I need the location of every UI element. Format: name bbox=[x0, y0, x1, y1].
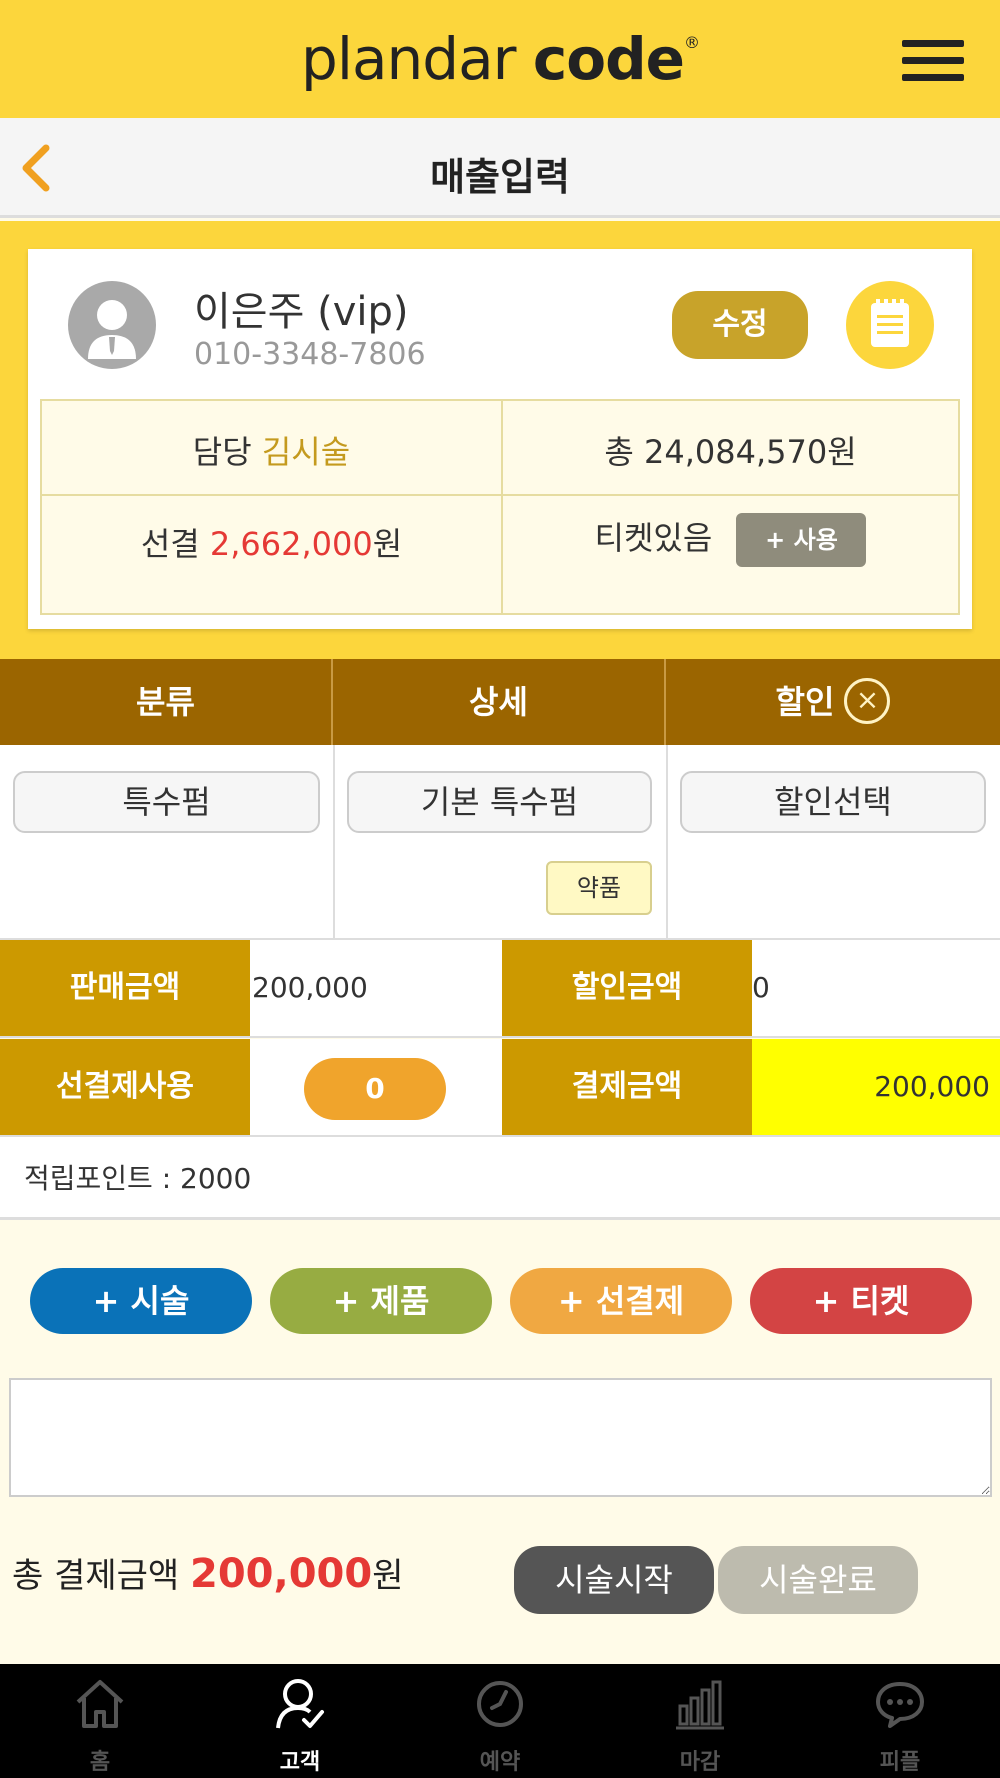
app-logo[interactable]: plandar code® bbox=[0, 25, 1000, 93]
prepaid-amount: 2,662,000 bbox=[209, 525, 373, 563]
ticket-info: 티켓있음 + 사용 bbox=[503, 513, 958, 567]
logo-text-thin: plandar bbox=[301, 25, 533, 93]
title-bar: 매출입력 bbox=[0, 118, 1000, 218]
service-complete-button[interactable]: 시술완료 bbox=[718, 1546, 918, 1614]
bar-chart-icon bbox=[676, 1680, 724, 1730]
add-prepayment-button[interactable]: + 선결제 bbox=[510, 1268, 732, 1334]
detail-select-button[interactable]: 기본 특수펌 bbox=[347, 771, 652, 833]
medicine-tag-button[interactable]: 약품 bbox=[546, 861, 652, 915]
nav-label-reservation: 예약 bbox=[479, 1750, 521, 1775]
registered-mark: ® bbox=[683, 33, 700, 52]
customer-icon bbox=[276, 1679, 324, 1729]
nav-item-customer[interactable]: 고객 bbox=[200, 1664, 400, 1778]
chat-icon bbox=[876, 1682, 924, 1728]
prepaid-label: 선결 bbox=[140, 525, 200, 563]
payment-amount-label: 결제금액 bbox=[502, 1039, 752, 1135]
header-detail: 상세 bbox=[333, 659, 666, 745]
earned-points: 적립포인트 : 2000 bbox=[0, 1137, 1000, 1220]
nav-item-home[interactable]: 홈 bbox=[0, 1664, 200, 1778]
logo-text-bold: code bbox=[532, 25, 685, 93]
sale-amount-label: 판매금액 bbox=[0, 940, 250, 1036]
ticket-use-button[interactable]: + 사용 bbox=[736, 513, 867, 567]
add-product-button[interactable]: + 제품 bbox=[270, 1268, 492, 1334]
notepad-icon bbox=[871, 299, 909, 347]
nav-label-people: 피플 bbox=[879, 1750, 921, 1775]
staff-label: 담당 bbox=[192, 433, 252, 471]
customer-card: 이은주 (vip) 010-3348-7806 수정 담당 김시술 총 24,0 bbox=[28, 249, 972, 629]
memo-textarea[interactable] bbox=[9, 1378, 992, 1497]
memo-button[interactable] bbox=[846, 281, 934, 369]
customer-info-grid: 담당 김시술 총 24,084,570원 선결 2,662,000원 티켓있음 … bbox=[40, 399, 960, 615]
prepay-use-label: 선결제사용 bbox=[0, 1039, 250, 1135]
nav-item-people[interactable]: 피플 bbox=[800, 1664, 1000, 1778]
service-start-button[interactable]: 시술시작 bbox=[514, 1546, 714, 1614]
clock-icon bbox=[477, 1681, 523, 1727]
header-discount: 할인 bbox=[666, 659, 1000, 745]
home-icon bbox=[76, 1680, 124, 1728]
customer-phone: 010-3348-7806 bbox=[194, 337, 426, 372]
total-payment-unit: 원 bbox=[372, 1556, 404, 1596]
header-category: 분류 bbox=[0, 659, 333, 745]
total-payment-label: 총 결제금액 bbox=[12, 1556, 191, 1596]
prepaid-unit: 원 bbox=[372, 525, 403, 563]
customer-name: 이은주 (vip) bbox=[194, 289, 409, 335]
page-title: 매출입력 bbox=[430, 155, 570, 199]
app-header: plandar code® bbox=[0, 0, 1000, 118]
nav-label-closing: 마감 bbox=[679, 1750, 721, 1775]
add-ticket-button[interactable]: + 티켓 bbox=[750, 1268, 972, 1334]
category-header: 분류 상세 할인 bbox=[0, 659, 1000, 745]
prepay-use-button[interactable]: 0 bbox=[304, 1058, 446, 1120]
nav-item-closing[interactable]: 마감 bbox=[600, 1664, 800, 1778]
staff-name: 김시술 bbox=[261, 433, 351, 471]
nav-item-reservation[interactable]: 예약 bbox=[400, 1664, 600, 1778]
discount-amount-label: 할인금액 bbox=[502, 940, 752, 1036]
prepaid-info: 선결 2,662,000원 bbox=[42, 519, 501, 565]
discount-select-button[interactable]: 할인선택 bbox=[680, 771, 986, 833]
staff-info: 담당 김시술 bbox=[42, 427, 501, 473]
bottom-nav: 홈 고객 예약 마감 피플 bbox=[0, 1664, 1000, 1778]
customer-section: 이은주 (vip) 010-3348-7806 수정 담당 김시술 총 24,0 bbox=[0, 221, 1000, 659]
header-discount-label: 할인 bbox=[775, 683, 835, 721]
nav-label-customer: 고객 bbox=[279, 1750, 321, 1775]
total-payment-amount: 200,000 bbox=[190, 1551, 373, 1597]
amount-row-1: 판매금액 200,000 할인금액 0 bbox=[0, 940, 1000, 1038]
hamburger-menu-icon[interactable] bbox=[902, 40, 964, 82]
add-service-button[interactable]: + 시술 bbox=[30, 1268, 252, 1334]
ticket-label: 티켓있음 bbox=[594, 519, 713, 557]
payment-amount-value[interactable]: 200,000 bbox=[752, 1039, 1000, 1135]
discount-amount-value[interactable]: 0 bbox=[752, 940, 1000, 1036]
amount-row-2: 선결제사용 0 결제금액 200,000 bbox=[0, 1039, 1000, 1137]
nav-label-home: 홈 bbox=[89, 1750, 111, 1775]
sale-amount-value: 200,000 bbox=[252, 971, 368, 1004]
edit-customer-button[interactable]: 수정 bbox=[672, 291, 808, 359]
total-payment: 총 결제금액 200,000원 bbox=[12, 1548, 403, 1597]
avatar bbox=[68, 281, 156, 369]
category-body: 특수펌 기본 특수펌 약품 할인선택 bbox=[0, 745, 1000, 940]
category-select-button[interactable]: 특수펌 bbox=[13, 771, 320, 833]
total-sales: 총 24,084,570원 bbox=[604, 433, 857, 471]
clear-discount-icon[interactable] bbox=[844, 678, 891, 724]
